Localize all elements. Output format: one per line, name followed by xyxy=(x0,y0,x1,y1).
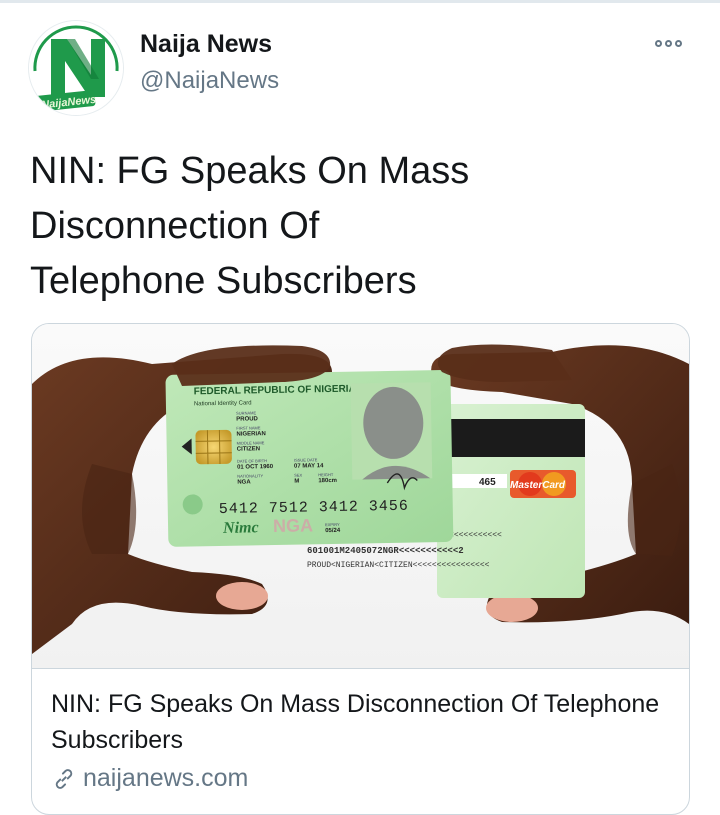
card-divider xyxy=(32,668,689,669)
tweet-text-line-3: Telephone Subscribers xyxy=(30,260,417,302)
dob-value: 01 OCT 1960 xyxy=(237,464,274,471)
nimc-logo: Nimc xyxy=(222,519,259,537)
card-front: FEDERAL REPUBLIC OF NIGERIA National Ide… xyxy=(165,370,454,547)
right-thumb xyxy=(437,344,572,382)
account-name[interactable]: Naija News xyxy=(140,30,272,59)
portrait-silhouette xyxy=(350,382,433,480)
card-image-id-card-hands: 465 MasterCard 5412753456 :<<<<<<<<<<<<<… xyxy=(32,324,689,668)
tweet-text-line-1: NIN: FG Speaks On Mass xyxy=(30,150,470,192)
expiry-label: EXPIRY xyxy=(325,522,340,527)
link-icon xyxy=(55,768,73,789)
middle-name-label: MIDDLE NAME xyxy=(237,440,265,445)
card-cvv: 465 xyxy=(479,477,496,488)
account-handle[interactable]: @NaijaNews xyxy=(140,67,279,95)
nga-watermark: NGA xyxy=(273,515,313,536)
issue-value: 07 MAY 14 xyxy=(294,463,324,470)
sex-label: SEX xyxy=(294,473,302,478)
height-value: 180cm xyxy=(318,478,337,484)
mastercard-brand: MasterCard xyxy=(510,480,566,491)
surname-label: SURNAME xyxy=(236,410,256,415)
profile-avatar[interactable]: NaijaNews xyxy=(28,20,124,116)
issue-label: ISSUE DATE xyxy=(294,457,318,462)
naija-news-logo-icon: NaijaNews xyxy=(29,21,123,115)
card-title[interactable]: NIN: FG Speaks On Mass Disconnection Of … xyxy=(51,686,671,758)
nationality-label: NATIONALITY xyxy=(237,473,263,478)
expiry-value: 05/24 xyxy=(325,528,341,534)
dob-label: DATE OF BIRTH xyxy=(237,458,267,464)
top-divider xyxy=(0,0,720,3)
mrz-line-2: 601001M2405072NGR<<<<<<<<<<<2 xyxy=(307,546,464,556)
surname-value: PROUD xyxy=(236,416,258,422)
first-name-value: NIGERIAN xyxy=(236,431,265,438)
card-number: 5412 7512 3412 3456 xyxy=(219,498,409,518)
middle-name-value: CITIZEN xyxy=(237,446,260,452)
tweet-text: NIN: FG Speaks On Mass Disconnection Of … xyxy=(30,144,590,309)
more-options-icon[interactable] xyxy=(655,34,689,52)
height-label: HEIGHT xyxy=(318,472,334,477)
sex-value: M xyxy=(294,479,299,485)
tweet-text-line-2: Disconnection Of xyxy=(30,205,320,247)
card-domain[interactable]: naijanews.com xyxy=(51,764,248,793)
nationality-value: NGA xyxy=(237,479,251,485)
card-domain-text: naijanews.com xyxy=(83,764,249,792)
card-subheader: National Identity Card xyxy=(194,400,252,407)
first-name-label: FIRST NAME xyxy=(236,425,261,430)
mrz-line-3: PROUD<NIGERIAN<CITIZEN<<<<<<<<<<<<<<<< xyxy=(307,561,490,570)
link-preview-card[interactable]: 465 MasterCard 5412753456 :<<<<<<<<<<<<<… xyxy=(31,323,690,815)
